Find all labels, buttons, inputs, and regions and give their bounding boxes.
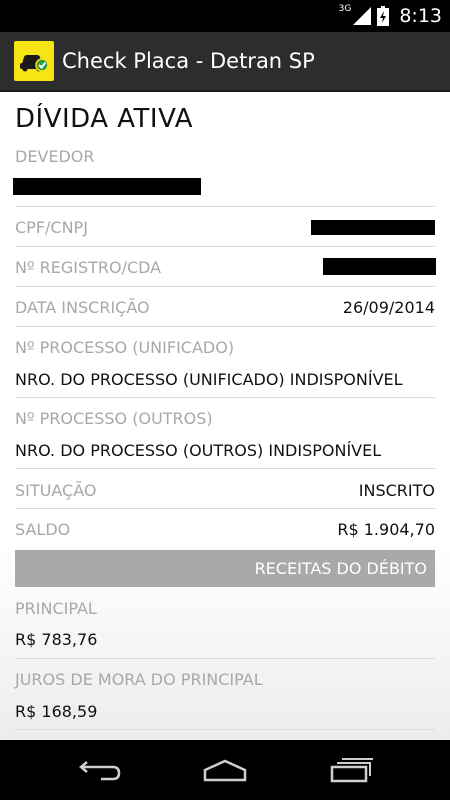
devedor-redacted: [13, 178, 201, 195]
divider: [15, 326, 435, 327]
devedor-label: DEVEDOR: [15, 147, 95, 166]
signal-icon: [353, 7, 372, 25]
divider: [15, 246, 435, 247]
page-title: DÍVIDA ATIVA: [15, 104, 193, 134]
home-icon: [203, 759, 247, 782]
processo-unificado-label: Nº PROCESSO (UNIFICADO): [15, 338, 235, 357]
divider: [15, 397, 435, 398]
processo-unificado-value: NRO. DO PROCESSO (UNIFICADO) INDISPONÍVE…: [15, 370, 403, 389]
situacao-label: SITUAÇÃO: [15, 481, 97, 500]
receita-value: R$ 168,59: [15, 702, 98, 721]
receita-label: JUROS DE MORA DO PRINCIPAL: [15, 670, 263, 689]
recent-apps-icon: [330, 758, 373, 783]
status-bar: 3G 8:13: [0, 0, 450, 32]
registro-redacted: [323, 258, 436, 275]
network-type: 3G: [338, 4, 352, 14]
clock: 8:13: [399, 5, 442, 27]
receita-value: R$ 783,76: [15, 630, 98, 649]
section-title: RECEITAS DO DÉBITO: [254, 559, 427, 578]
cpf-redacted: [311, 220, 435, 235]
status-icons: 3G 8:13: [339, 0, 442, 32]
back-button[interactable]: [75, 754, 125, 786]
registro-label: Nº REGISTRO/CDA: [15, 258, 162, 277]
situacao-value: INSCRITO: [358, 481, 435, 500]
processo-outros-value: NRO. DO PROCESSO (OUTROS) INDISPONÍVEL: [15, 441, 382, 460]
divider: [15, 729, 435, 730]
saldo-value: R$ 1.904,70: [337, 520, 435, 539]
cpf-label: CPF/CNPJ: [15, 218, 88, 237]
divider: [15, 286, 435, 287]
section-header: RECEITAS DO DÉBITO: [15, 550, 435, 587]
processo-outros-label: Nº PROCESSO (OUTROS): [15, 409, 213, 428]
car-check-icon[interactable]: [14, 41, 54, 81]
receita-label: PRINCIPAL: [15, 599, 97, 618]
data-inscricao-value: 26/09/2014: [342, 298, 435, 317]
battery-charging-icon: [377, 6, 390, 26]
divider: [15, 658, 435, 659]
saldo-label: SALDO: [15, 520, 71, 539]
debt-detail: DÍVIDA ATIVA DEVEDOR CPF/CNPJ Nº REGISTR…: [0, 92, 450, 740]
recent-apps-button[interactable]: [326, 754, 376, 786]
data-inscricao-label: DATA INSCRIÇÃO: [15, 298, 150, 317]
navigation-bar: [0, 740, 450, 800]
divider: [15, 206, 435, 207]
action-bar: Check Placa - Detran SP: [0, 32, 450, 92]
back-icon: [79, 761, 121, 781]
home-button[interactable]: [200, 754, 250, 786]
divider: [15, 468, 435, 469]
divider: [15, 508, 435, 509]
app-title: Check Placa - Detran SP: [62, 49, 315, 73]
